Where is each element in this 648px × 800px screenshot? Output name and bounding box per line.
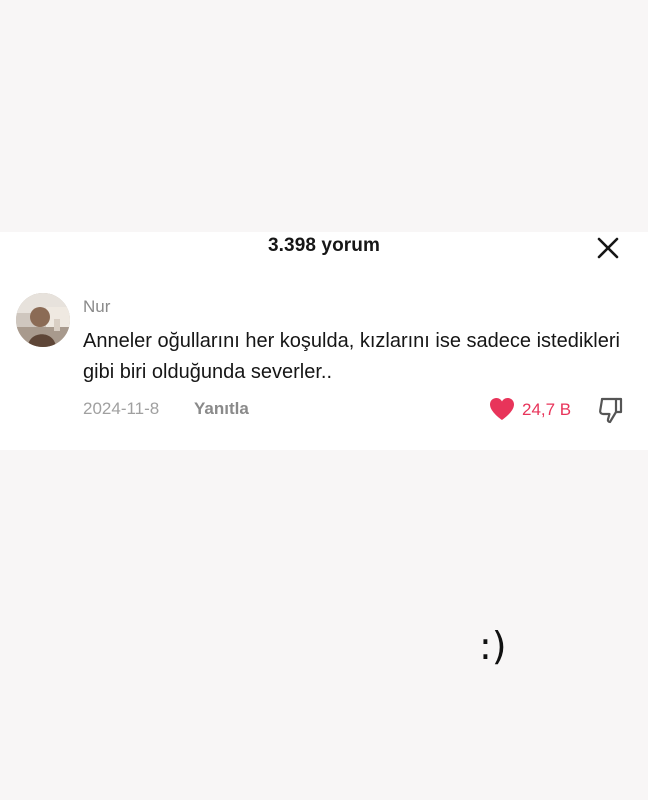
heart-icon [490,398,514,420]
comment-date: 2024-11-8 [83,399,160,418]
comment-text: Anneler oğullarını her koşulda, kızların… [83,330,620,383]
close-icon [597,237,619,259]
avatar[interactable] [16,293,70,347]
comment-count-title: 3.398 yorum [268,235,380,256]
smiley-text: :) [479,624,507,668]
comments-panel: 3.398 yorum Nur Anneler oğullarını her k… [0,232,648,450]
comments-header: 3.398 yorum [0,232,648,262]
comment-meta-row: 2024-11-8 Yanıtla 24,7 B [83,395,628,425]
screen: 3.398 yorum Nur Anneler oğullarını her k… [0,0,648,800]
close-button[interactable] [594,234,622,262]
reply-button[interactable]: Yanıtla [194,399,249,419]
dislike-button[interactable] [596,395,626,425]
comment-username[interactable]: Nur [83,297,110,317]
thumbs-down-icon [599,397,623,424]
like-count: 24,7 B [522,400,572,419]
like-button[interactable] [488,396,516,422]
avatar-image [16,293,70,347]
